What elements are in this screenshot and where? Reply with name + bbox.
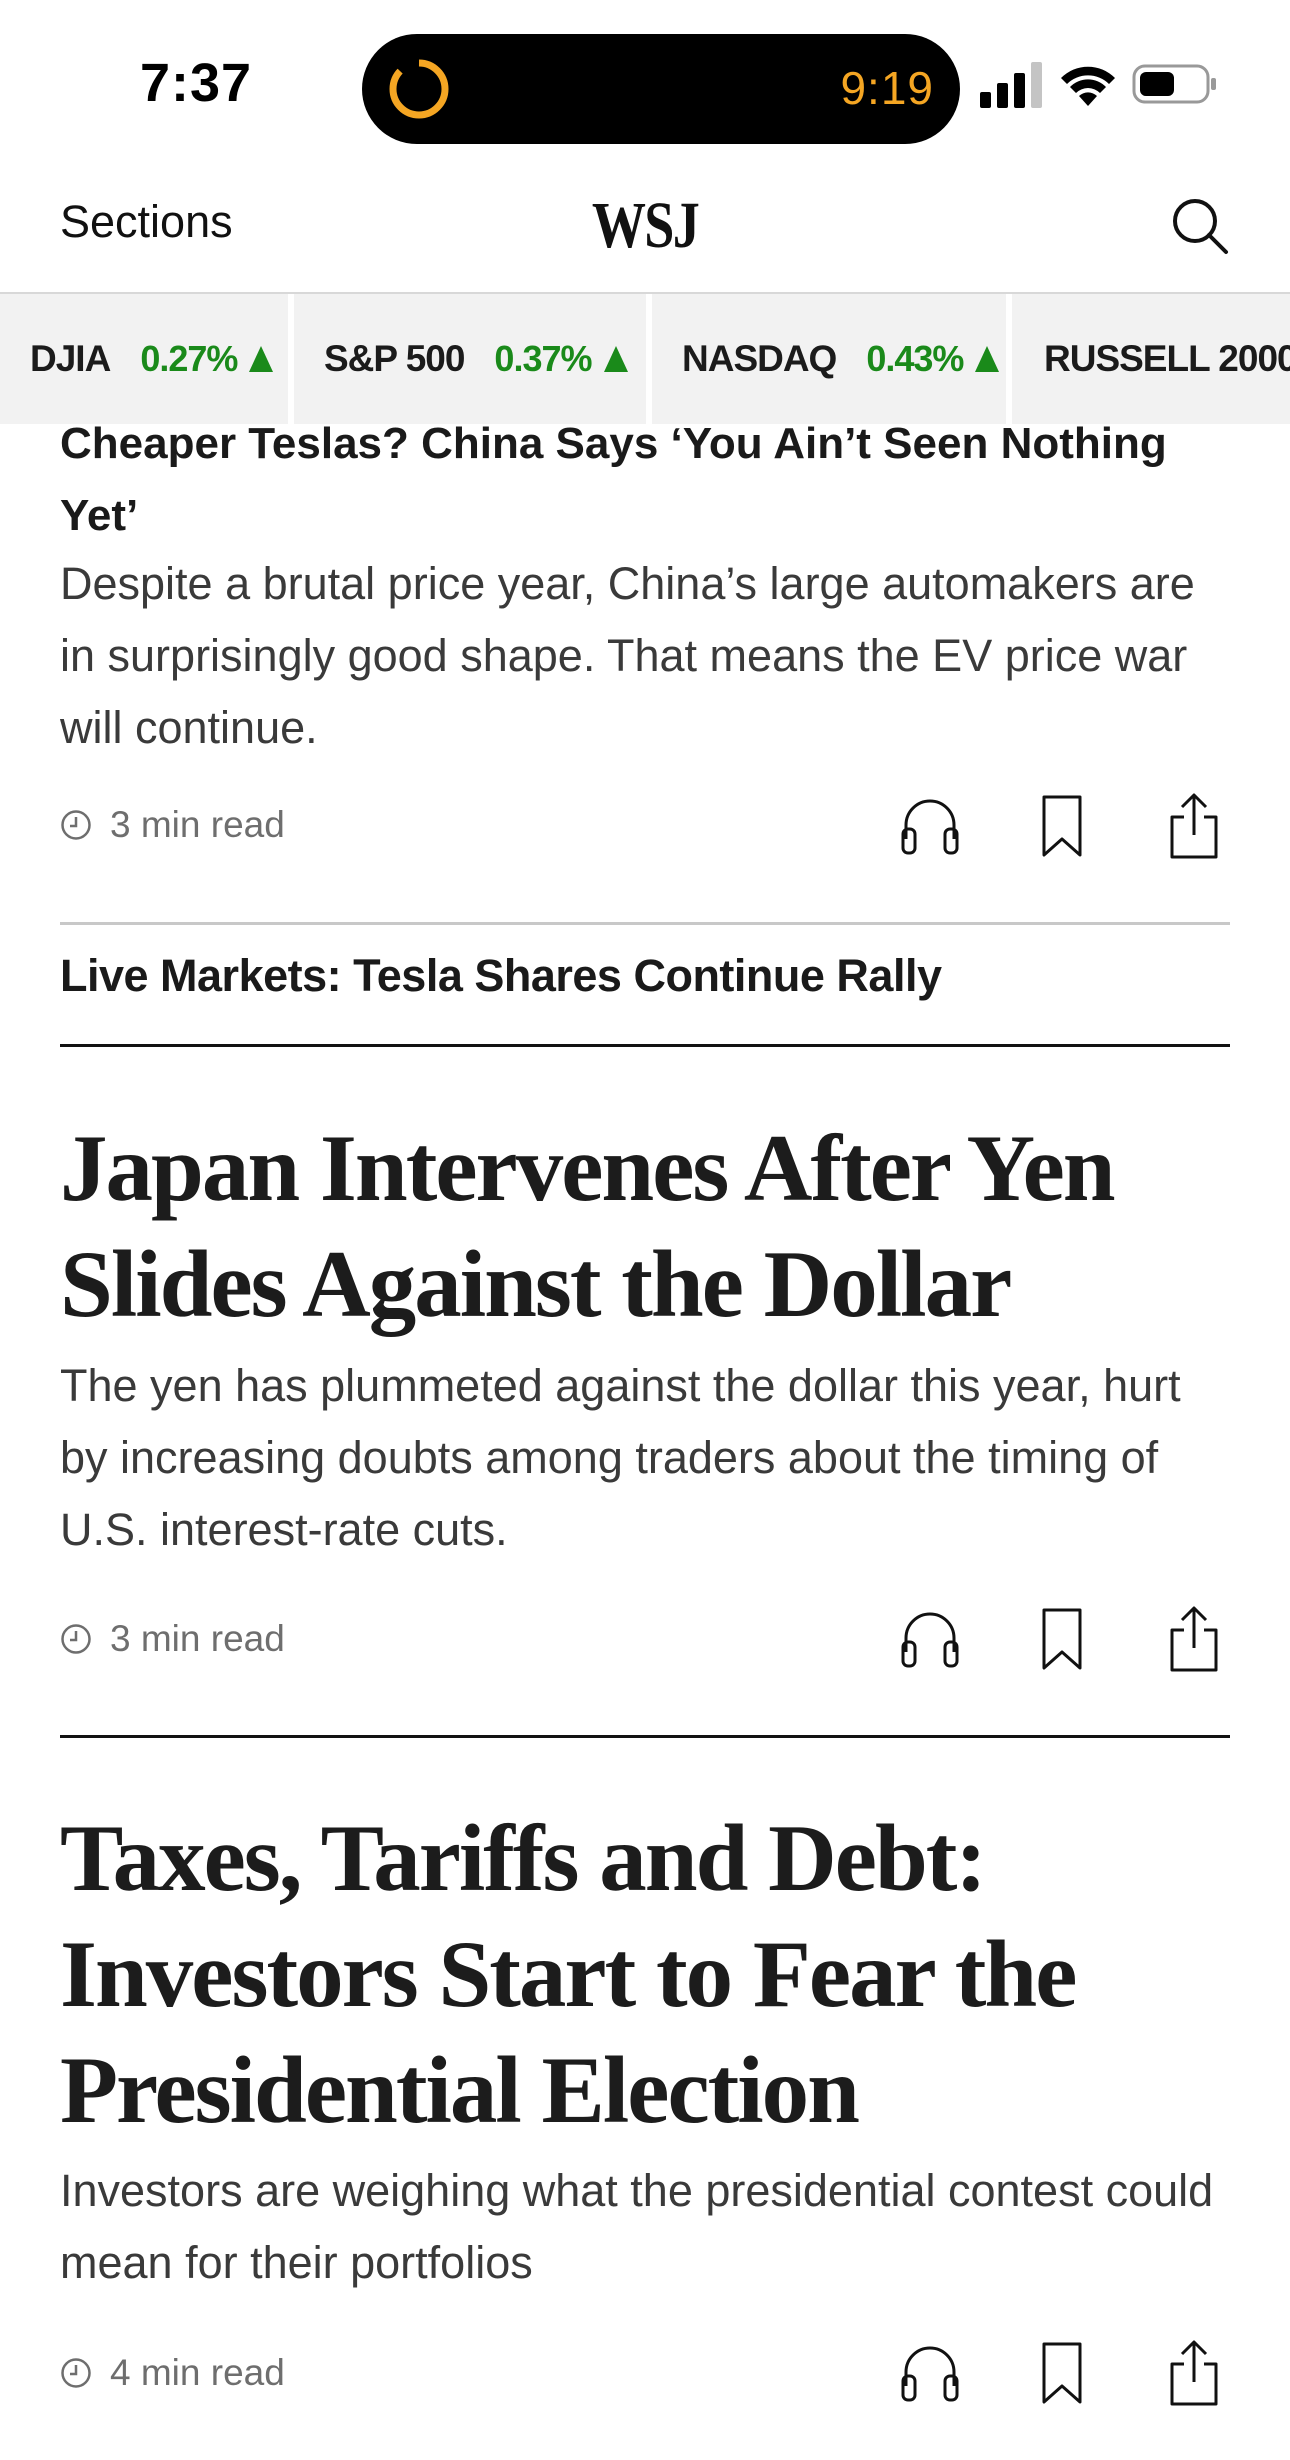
headphones-icon[interactable] bbox=[898, 2338, 962, 2408]
up-arrow-icon bbox=[249, 346, 274, 372]
ticker-separator bbox=[288, 294, 294, 424]
status-time: 7:37 bbox=[140, 53, 253, 113]
search-icon[interactable] bbox=[1170, 196, 1230, 256]
clock-icon bbox=[61, 810, 91, 840]
ticker-item-russell2000[interactable]: RUSSELL 2000 bbox=[1044, 294, 1290, 424]
bookmark-icon[interactable] bbox=[1030, 791, 1094, 861]
dynamic-island[interactable]: 9:19 bbox=[362, 34, 960, 144]
wifi-icon bbox=[1061, 66, 1115, 106]
article-summary: Despite a brutal price year, China’s lar… bbox=[60, 558, 1195, 753]
ticker-name: DJIA bbox=[30, 338, 111, 379]
article-summary: Investors are weighing what the presiden… bbox=[60, 2165, 1214, 2288]
share-icon[interactable] bbox=[1162, 791, 1226, 861]
bookmark-icon[interactable] bbox=[1030, 1604, 1094, 1674]
ticker-item-nasdaq[interactable]: NASDAQ 0.43% bbox=[682, 294, 1000, 424]
up-arrow-icon bbox=[975, 346, 1000, 372]
read-time: 4 min read bbox=[60, 2348, 285, 2398]
up-arrow-icon bbox=[603, 346, 628, 372]
ticker-change: 0.43% bbox=[866, 338, 964, 379]
article-headline[interactable]: Taxes, Tariffs and Debt: Investors Start… bbox=[60, 1800, 1240, 2148]
read-time-label: 4 min read bbox=[110, 2352, 285, 2393]
island-timer: 9:19 bbox=[840, 62, 934, 114]
headphones-icon[interactable] bbox=[898, 791, 962, 861]
ticker-change: 0.37% bbox=[494, 338, 592, 379]
read-time-label: 3 min read bbox=[110, 804, 285, 845]
bookmark-icon[interactable] bbox=[1030, 2338, 1094, 2408]
headphones-icon[interactable] bbox=[898, 1604, 962, 1674]
read-time: 3 min read bbox=[60, 800, 285, 850]
wsj-logo[interactable]: WSJ bbox=[116, 188, 1174, 264]
ticker-separator bbox=[646, 294, 652, 424]
article-headline[interactable]: Japan Intervenes After Yen Slides Agains… bbox=[60, 1110, 1240, 1342]
cellular-signal-icon bbox=[980, 62, 1042, 108]
share-icon[interactable] bbox=[1162, 1604, 1226, 1674]
ticker-name: RUSSELL 2000 bbox=[1044, 338, 1290, 379]
article-headline[interactable]: Cheaper Teslas? China Says ‘You Ain’t Se… bbox=[60, 408, 1190, 552]
ticker-item-sp500[interactable]: S&P 500 0.37% bbox=[324, 294, 628, 424]
section-divider bbox=[60, 1044, 1230, 1047]
clock-icon bbox=[61, 2358, 91, 2388]
read-time-label: 3 min read bbox=[110, 1618, 285, 1659]
section-divider bbox=[60, 1735, 1230, 1738]
market-ticker[interactable]: DJIA 0.27% S&P 500 0.37% NASDAQ 0.43% RU… bbox=[0, 294, 1290, 424]
read-time: 3 min read bbox=[60, 1614, 285, 1664]
article-summary: The yen has plummeted against the dollar… bbox=[60, 1360, 1181, 1555]
ticker-change: 0.27% bbox=[140, 338, 238, 379]
ticker-item-djia[interactable]: DJIA 0.27% bbox=[30, 294, 274, 424]
ticker-name: NASDAQ bbox=[682, 338, 837, 379]
ticker-name: S&P 500 bbox=[324, 338, 465, 379]
share-icon[interactable] bbox=[1162, 2338, 1226, 2408]
clock-icon bbox=[61, 1624, 91, 1654]
ticker-separator bbox=[1006, 294, 1012, 424]
timer-ring-icon bbox=[389, 58, 449, 119]
divider bbox=[60, 922, 1230, 925]
related-live-link[interactable]: Live Markets: Tesla Shares Continue Rall… bbox=[60, 950, 942, 1002]
battery-icon bbox=[1132, 64, 1216, 104]
